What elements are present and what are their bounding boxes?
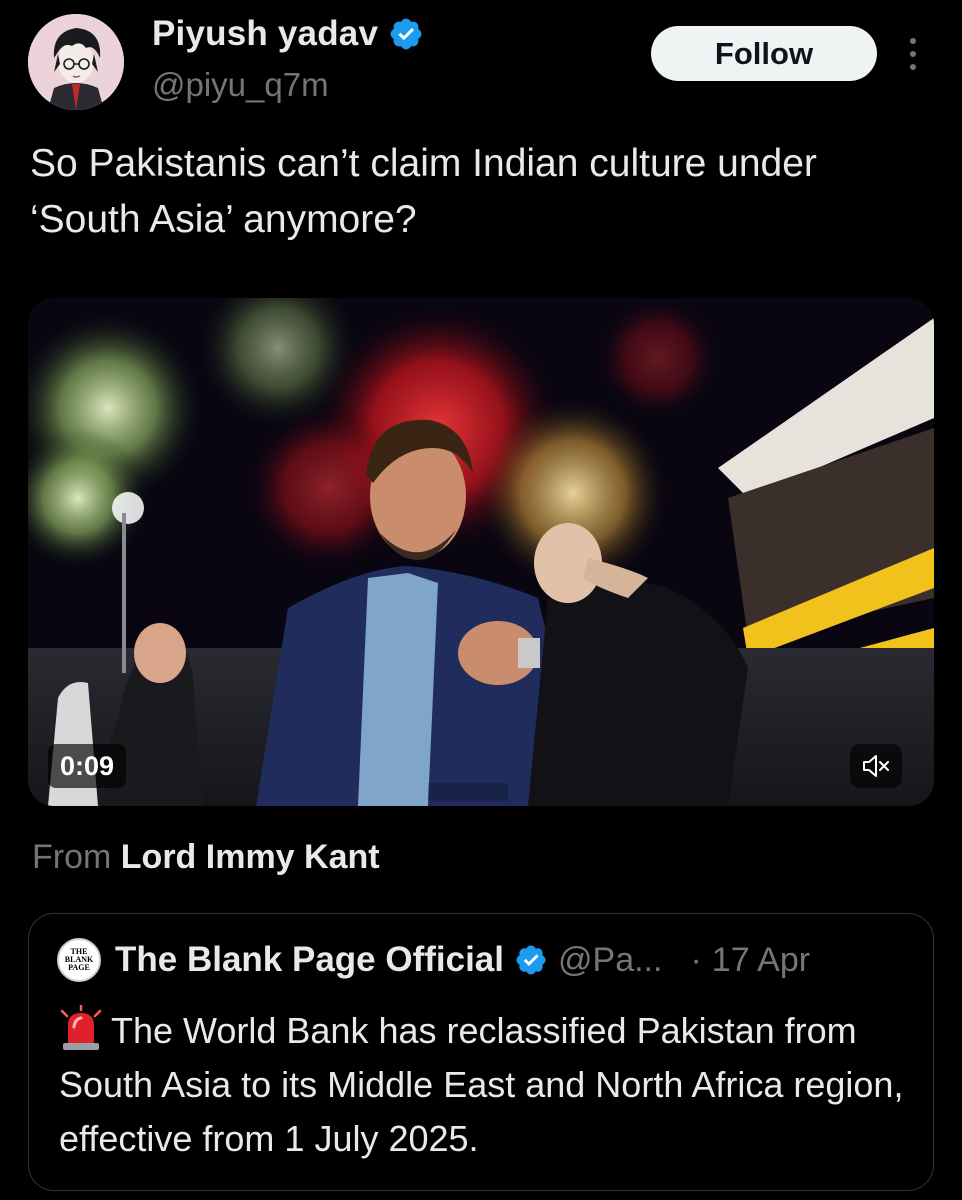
author-handle[interactable]: @piyu_q7m bbox=[152, 66, 329, 104]
siren-icon bbox=[60, 1005, 102, 1050]
video-player[interactable]: 0:09 bbox=[28, 298, 934, 806]
quoted-tweet-date[interactable]: 17 Apr bbox=[712, 941, 810, 980]
quoted-tweet-card[interactable]: THE BLANK PAGE The Blank Page Official @… bbox=[28, 913, 934, 1191]
more-dot bbox=[910, 51, 916, 57]
quoted-tweet-body: The World Bank has reclassified Pakistan… bbox=[59, 1004, 919, 1166]
more-vertical-icon[interactable] bbox=[898, 34, 928, 74]
quoted-author-avatar[interactable]: THE BLANK PAGE bbox=[57, 938, 101, 982]
video-source-attribution: From Lord Immy Kant bbox=[32, 838, 380, 877]
more-dot bbox=[910, 38, 916, 44]
tweet-header: Piyush yadav @piyu_q7m Follow bbox=[0, 0, 962, 120]
speaker-muted-icon[interactable] bbox=[850, 744, 902, 788]
quoted-author-name[interactable]: The Blank Page Official bbox=[115, 940, 504, 980]
follow-button[interactable]: Follow bbox=[651, 26, 877, 81]
author-display-name[interactable]: Piyush yadav bbox=[152, 14, 378, 54]
avatar-text-line: PAGE bbox=[68, 963, 90, 972]
video-thumbnail bbox=[28, 298, 934, 806]
date-separator: · bbox=[690, 940, 702, 979]
tweet-text: So Pakistanis can’t claim Indian culture… bbox=[30, 142, 817, 241]
speaker-glyph bbox=[863, 755, 889, 777]
quoted-tweet-text: The World Bank has reclassified Pakistan… bbox=[59, 1010, 904, 1159]
verified-badge-icon bbox=[390, 18, 422, 50]
quoted-tweet-header: THE BLANK PAGE The Blank Page Official @… bbox=[57, 938, 810, 982]
author-name-row: Piyush yadav bbox=[152, 14, 424, 54]
source-name[interactable]: Lord Immy Kant bbox=[121, 838, 380, 876]
quoted-author-handle[interactable]: @Pa... bbox=[558, 941, 662, 980]
source-prefix: From bbox=[32, 838, 112, 876]
anime-avatar-icon bbox=[28, 14, 124, 110]
more-dot bbox=[910, 64, 916, 70]
author-avatar[interactable] bbox=[28, 14, 124, 110]
verified-badge-icon bbox=[516, 945, 546, 975]
video-duration: 0:09 bbox=[48, 744, 127, 788]
